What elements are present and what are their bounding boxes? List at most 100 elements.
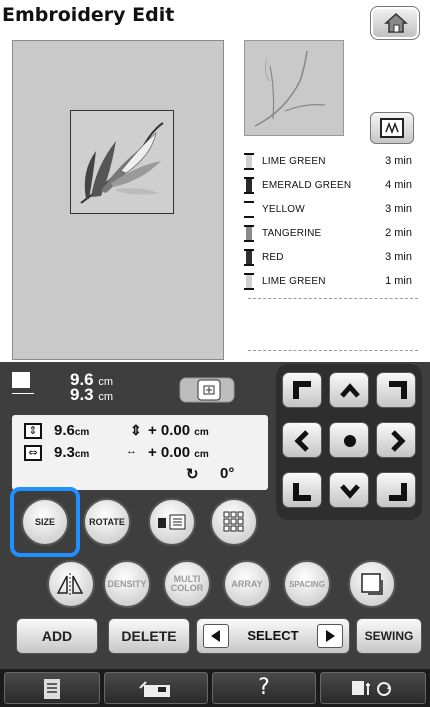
move-left-button[interactable] — [282, 422, 322, 458]
move-down-right-button[interactable] — [376, 472, 416, 508]
density-button[interactable]: DENSITY — [103, 560, 151, 608]
sewing-button[interactable]: SEWING — [356, 618, 422, 654]
thread-time: 3 min — [385, 203, 412, 215]
vertical-offset-icon: ⇕ — [130, 422, 142, 438]
size-icon — [12, 372, 30, 388]
list-item: LIME GREEN 3 min — [240, 150, 430, 174]
select-previous-button[interactable] — [203, 624, 229, 648]
home-icon — [384, 12, 408, 33]
list-item: RED 3 min — [240, 246, 430, 270]
height-icon: ⇕ — [24, 423, 42, 439]
thread-spool-icon — [244, 201, 254, 218]
array-button[interactable]: ARRAY — [223, 560, 271, 608]
page-title: Embroidery Edit — [2, 4, 175, 26]
move-up-right-button[interactable] — [376, 372, 416, 408]
frame-display-button[interactable] — [370, 112, 414, 144]
thread-name: TANGERINE — [262, 228, 322, 239]
triangle-left-icon — [211, 630, 220, 642]
design-thumbnail — [244, 40, 344, 136]
sewing-machine-icon — [139, 681, 170, 697]
flip-icon — [158, 514, 186, 530]
chevron-up-icon — [340, 383, 360, 398]
select-label: SELECT — [247, 628, 299, 643]
size-button[interactable]: SIZE — [21, 498, 69, 546]
height-value: 9.6cm — [54, 422, 90, 439]
spacing-button[interactable]: SPACING — [283, 560, 331, 608]
width-icon: ⇔ — [24, 445, 42, 461]
divider — [248, 350, 418, 351]
chevron-down-icon — [340, 484, 360, 499]
memory-button[interactable] — [4, 672, 100, 704]
thread-spool-icon — [244, 249, 254, 266]
grid-button[interactable] — [210, 498, 258, 546]
move-down-button[interactable] — [329, 472, 369, 508]
embroidery-pattern[interactable] — [70, 110, 174, 214]
mirror-icon — [56, 573, 84, 595]
settings-button[interactable] — [320, 672, 426, 704]
rotate-button[interactable]: ROTATE — [83, 498, 131, 546]
grid-icon — [223, 511, 244, 532]
leaf-pattern-icon — [80, 122, 164, 204]
move-right-button[interactable] — [376, 422, 416, 458]
horizontal-offset-icon: ↔ — [126, 445, 137, 457]
mirror-image-button[interactable] — [148, 498, 196, 546]
position-info-box: ⇕ 9.6cm ⇔ 9.3cm ⇕ + 0.00 cm ↔ + 0.00 cm … — [12, 415, 268, 490]
thread-color-list: LIME GREEN 3 min EMERALD GREEN 4 min YELLO… — [240, 150, 430, 294]
delete-button[interactable]: DELETE — [108, 618, 190, 654]
move-up-button[interactable] — [329, 372, 369, 408]
horizontal-offset-value: + 0.00 cm — [148, 444, 209, 461]
width-value: 9.3cm — [54, 444, 90, 461]
thread-name: EMERALD GREEN — [262, 180, 352, 191]
vertical-offset-value: + 0.00 cm — [148, 422, 209, 439]
thread-name: YELLOW — [262, 204, 305, 215]
thread-time: 4 min — [385, 179, 412, 191]
settings-icon — [352, 681, 391, 696]
mirror-button[interactable] — [47, 560, 95, 608]
list-item: TANGERINE 2 min — [240, 222, 430, 246]
corner-up-left-icon — [293, 381, 311, 399]
position-arrow-pad — [276, 364, 422, 520]
move-down-left-button[interactable] — [282, 472, 322, 508]
thread-time: 3 min — [385, 251, 412, 263]
border-frame-icon — [361, 573, 383, 595]
thread-spool-icon — [244, 153, 254, 170]
design-width-value: 9.3 cm — [70, 385, 114, 404]
move-up-left-button[interactable] — [282, 372, 322, 408]
document-icon — [44, 679, 60, 699]
thread-time: 3 min — [385, 155, 412, 167]
list-item: YELLOW 3 min — [240, 198, 430, 222]
thread-time: 2 min — [385, 227, 412, 239]
chevron-right-icon — [391, 430, 406, 452]
help-button[interactable]: ? — [212, 672, 316, 704]
angle-value: 0° — [220, 465, 235, 482]
select-control: SELECT — [196, 618, 350, 654]
thread-spool-icon — [244, 225, 254, 242]
multi-color-button[interactable]: MULTI COLOR — [163, 560, 211, 608]
list-item: EMERALD GREEN 4 min — [240, 174, 430, 198]
width-arrow-icon — [12, 393, 34, 397]
center-button[interactable] — [329, 422, 369, 458]
chevron-left-icon — [294, 430, 309, 452]
thread-name: LIME GREEN — [262, 276, 326, 287]
corner-down-left-icon — [293, 483, 311, 501]
triangle-right-icon — [326, 630, 335, 642]
thread-time: 1 min — [385, 275, 412, 287]
hoop-size-icon — [178, 375, 238, 405]
list-item: LIME GREEN 1 min — [240, 270, 430, 294]
select-next-button[interactable] — [317, 624, 343, 648]
divider — [248, 298, 418, 299]
machine-settings-button[interactable] — [104, 672, 208, 704]
corner-down-right-icon — [389, 483, 407, 501]
leaf-thumbnail-icon — [254, 50, 326, 127]
corner-up-right-icon — [389, 381, 407, 399]
hoop-icon — [380, 118, 404, 138]
border-button[interactable] — [348, 560, 396, 608]
center-dot-icon — [344, 435, 356, 447]
add-button[interactable]: ADD — [16, 618, 98, 654]
home-button[interactable] — [370, 6, 420, 40]
thread-spool-icon — [244, 273, 254, 290]
rotate-angle-icon: ↻ — [186, 466, 199, 483]
thread-spool-icon — [244, 177, 254, 194]
thread-name: RED — [262, 252, 284, 263]
thread-name: LIME GREEN — [262, 156, 326, 167]
